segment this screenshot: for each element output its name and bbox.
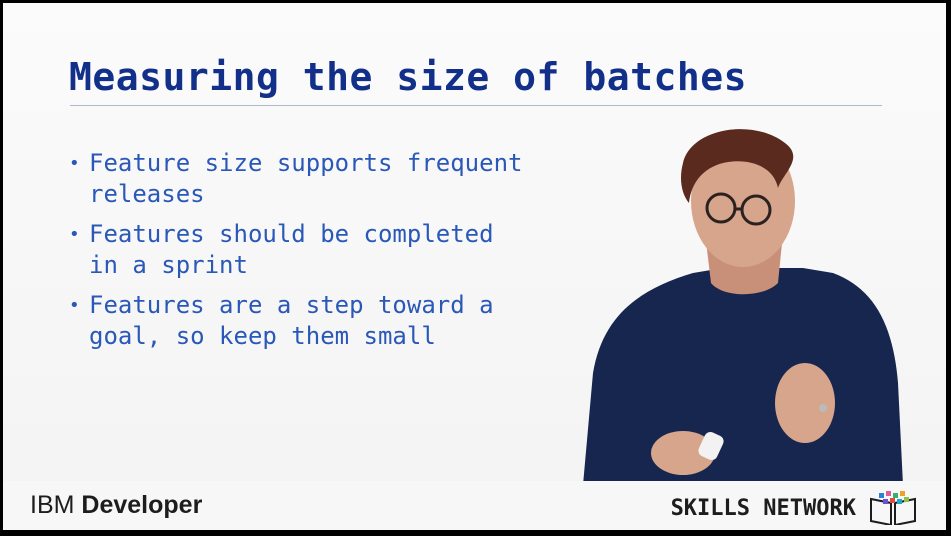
video-frame: Measuring the size of batches • Feature …: [3, 3, 946, 530]
title-divider: [70, 105, 882, 106]
bullet-item: • Features should be completed in a spri…: [69, 219, 599, 281]
slide-title: Measuring the size of batches: [69, 55, 747, 99]
bullet-marker: •: [69, 153, 80, 174]
bullet-item: • Feature size supports frequent release…: [69, 148, 599, 210]
bullet-item: • Features are a step toward a goal, so …: [69, 290, 599, 352]
bullet-list: • Feature size supports frequent release…: [69, 148, 599, 361]
bullet-marker: •: [69, 224, 80, 245]
presenter-video: [583, 129, 903, 485]
bullet-text: Features should be completed in a sprint: [89, 220, 494, 279]
presenter-shirt: [583, 268, 903, 485]
ibm-logo-suffix: Developer: [81, 491, 203, 519]
bullet-text: Feature size supports frequent releases: [89, 149, 523, 208]
ibm-logo-prefix: IBM: [30, 491, 75, 519]
presenter-hand-right: [775, 363, 835, 443]
bullet-marker: •: [69, 295, 80, 316]
ibm-developer-logo: IBM Developer: [30, 491, 202, 520]
bullet-text: Features are a step toward a goal, so ke…: [89, 291, 494, 350]
book-with-dots-icon: [870, 491, 916, 525]
skills-network-logo-text: SKILLS NETWORK: [670, 496, 856, 521]
